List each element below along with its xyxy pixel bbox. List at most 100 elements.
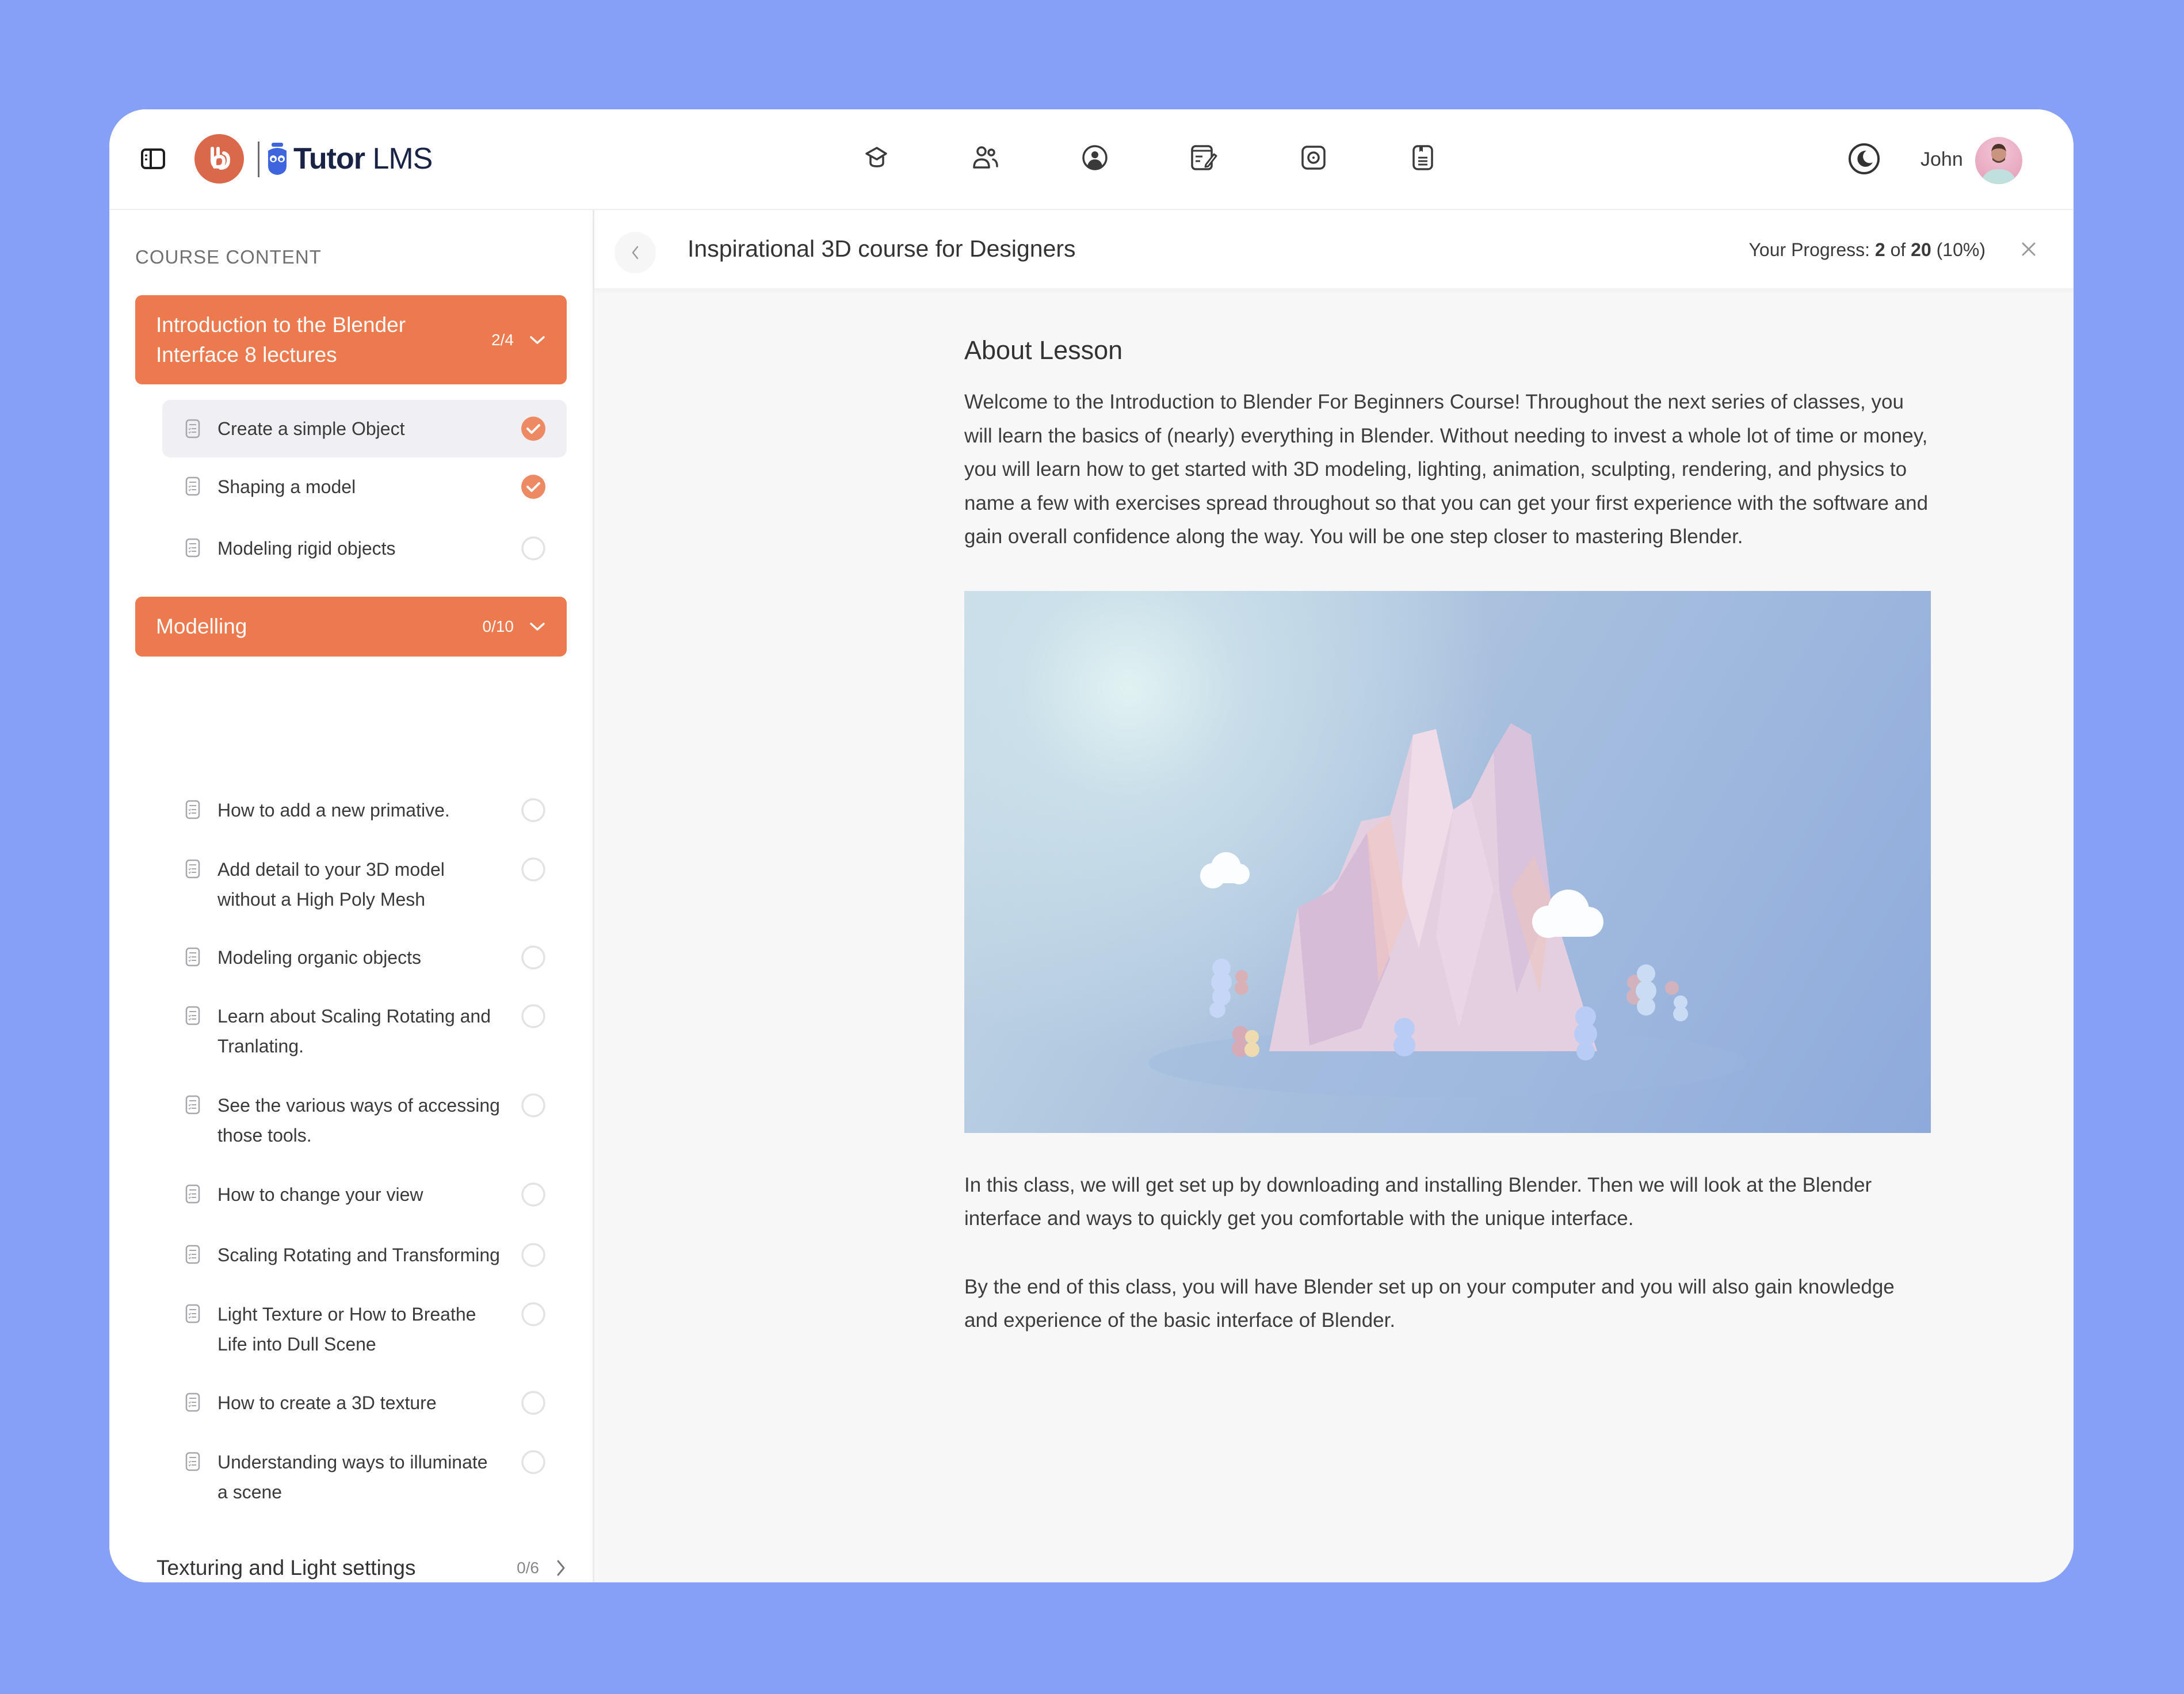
topic-title: Texturing and Light settings xyxy=(156,1556,416,1579)
incomplete-circle-icon[interactable] xyxy=(521,536,546,561)
tutor-lms-logo[interactable]: Tutor LMS xyxy=(266,140,433,177)
incomplete-circle-icon[interactable] xyxy=(521,857,546,882)
lesson-title-line-1: Learn about Scaling Rotating and xyxy=(217,1006,491,1027)
lesson-file-icon xyxy=(185,1095,200,1115)
lesson-item[interactable]: Modeling organic objects xyxy=(162,943,567,989)
lesson-title: How to add a new primative. xyxy=(217,800,450,821)
completed-check-icon[interactable] xyxy=(521,474,546,499)
lesson-header-bar: Inspirational 3D course for Designers Yo… xyxy=(594,210,2074,288)
lesson-title-line-1: Light Texture or How to Breathe xyxy=(217,1304,476,1325)
chevron-down-icon xyxy=(530,623,545,631)
sidebar-toggle-icon[interactable] xyxy=(140,147,166,170)
lesson-item[interactable]: Modeling rigid objects xyxy=(162,533,567,579)
incomplete-circle-icon[interactable] xyxy=(521,945,546,970)
lesson-item[interactable]: Shaping a model xyxy=(162,472,567,518)
lesson-title-line-2: Tranlating. xyxy=(217,1036,304,1056)
users-icon[interactable] xyxy=(969,139,1002,176)
lesson-title: Light Texture or How to Breathe Life into… xyxy=(217,1299,521,1359)
topic-progress-count: 2/4 xyxy=(491,330,514,349)
app-window: Tutor LMS John COURSE CONTENT Introducti… xyxy=(109,109,2074,1582)
incomplete-circle-icon[interactable] xyxy=(521,1449,546,1475)
about-lesson-heading: About Lesson xyxy=(964,335,1123,365)
topic-header-introduction[interactable]: Introduction to the Blender Interface 8 … xyxy=(135,295,567,384)
lesson-title-line-2: a scene xyxy=(217,1482,282,1502)
lesson-item[interactable]: Learn about Scaling Rotating and Tranlati… xyxy=(162,1001,567,1076)
clipboard-icon[interactable] xyxy=(1407,139,1439,176)
topic-header-modelling[interactable]: Modelling 0/10 xyxy=(135,597,567,657)
graduation-cap-icon[interactable] xyxy=(860,139,892,176)
topic-header-texturing[interactable]: Texturing and Light settings 0/6 xyxy=(156,1551,567,1582)
progress-percent: (10%) xyxy=(1936,239,1986,260)
brand-divider xyxy=(258,142,259,177)
topic-progress-count: 0/10 xyxy=(482,617,514,635)
lesson-item[interactable]: Understanding ways to illuminate a scene xyxy=(162,1447,567,1522)
lesson-item[interactable]: Scaling Rotating and Transforming xyxy=(162,1240,567,1286)
lesson-file-icon xyxy=(185,1245,200,1264)
chevron-right-icon xyxy=(557,1560,565,1576)
incomplete-circle-icon[interactable] xyxy=(521,1302,546,1327)
lesson-file-icon xyxy=(185,1452,200,1471)
lesson-title: Add detail to your 3D model without a Hig… xyxy=(217,854,521,914)
lesson-title-line-2: Life into Dull Scene xyxy=(217,1334,376,1355)
lesson-title-line-2: without a High Poly Mesh xyxy=(217,889,426,910)
incomplete-circle-icon[interactable] xyxy=(521,1182,546,1207)
user-name[interactable]: John xyxy=(1920,148,1963,171)
lesson-item[interactable]: Light Texture or How to Breathe Life into… xyxy=(162,1299,567,1374)
lesson-title: See the various ways of accessing those t… xyxy=(217,1090,521,1150)
lesson-title: Modeling organic objects xyxy=(217,947,421,968)
lesson-file-icon xyxy=(185,800,200,819)
dark-mode-toggle-icon[interactable] xyxy=(1847,142,1881,176)
lesson-file-icon xyxy=(185,859,200,879)
lesson-title: Create a simple Object xyxy=(217,418,405,439)
topic-title-line-2: Interface 8 lectures xyxy=(156,342,337,367)
lesson-paragraph: In this class, we will get set up by dow… xyxy=(964,1173,1872,1230)
brand-logo-icon[interactable] xyxy=(194,134,244,184)
lesson-item[interactable]: See the various ways of accessing those t… xyxy=(162,1090,567,1165)
lesson-item[interactable]: How to change your view xyxy=(162,1180,567,1226)
incomplete-circle-icon[interactable] xyxy=(521,1093,546,1118)
lesson-item[interactable]: Create a simple Object xyxy=(162,400,567,457)
lesson-file-icon xyxy=(185,1304,200,1323)
lesson-file-icon xyxy=(185,476,200,496)
lesson-main: Inspirational 3D course for Designers Yo… xyxy=(594,210,2074,1582)
progress-of: of xyxy=(1890,239,1906,260)
camera-icon[interactable] xyxy=(1297,139,1330,176)
incomplete-circle-icon[interactable] xyxy=(521,798,546,823)
brand-name-bold: Tutor xyxy=(293,142,365,175)
notebook-edit-icon[interactable] xyxy=(1188,139,1220,176)
tutor-owl-icon xyxy=(268,143,287,175)
user-circle-icon[interactable] xyxy=(1079,139,1111,176)
topic-title-line-1: Introduction to the Blender xyxy=(156,312,406,337)
lesson-file-icon xyxy=(185,1184,200,1204)
lesson-title-line-1: See the various ways of accessing xyxy=(217,1095,500,1116)
lesson-item[interactable]: How to create a 3D texture xyxy=(162,1388,567,1434)
brand-name-light: LMS xyxy=(372,142,433,175)
lesson-paragraph: By the end of this class, you will have … xyxy=(964,1275,1895,1332)
chevron-down-icon xyxy=(530,335,545,344)
progress-label: Your Progress: xyxy=(1748,239,1870,260)
lesson-file-icon xyxy=(185,1392,200,1412)
back-button[interactable] xyxy=(614,232,656,273)
close-icon[interactable] xyxy=(2018,239,2039,260)
lesson-file-icon xyxy=(185,1006,200,1025)
lesson-title: How to create a 3D texture xyxy=(217,1392,437,1413)
user-avatar[interactable] xyxy=(1975,137,2022,184)
top-nav xyxy=(860,139,1439,176)
incomplete-circle-icon[interactable] xyxy=(521,1004,546,1029)
top-header: Tutor LMS John xyxy=(109,109,2074,210)
incomplete-circle-icon[interactable] xyxy=(521,1390,546,1416)
progress-completed: 2 xyxy=(1874,239,1885,260)
incomplete-circle-icon[interactable] xyxy=(521,1242,546,1268)
topic-title: Modelling xyxy=(156,615,247,638)
completed-check-icon[interactable] xyxy=(521,416,546,441)
lesson-item[interactable]: How to add a new primative. xyxy=(162,795,567,841)
lesson-title-line-2: those tools. xyxy=(217,1125,312,1146)
course-title: Inspirational 3D course for Designers xyxy=(688,235,1076,262)
lesson-title: Shaping a model xyxy=(217,476,356,497)
lesson-item[interactable]: Add detail to your 3D model without a Hig… xyxy=(162,854,567,929)
lesson-title: Understanding ways to illuminate a scene xyxy=(217,1447,521,1507)
topic-title: Introduction to the Blender Interface 8 … xyxy=(156,310,491,370)
lesson-title-line-1: Understanding ways to illuminate xyxy=(217,1452,488,1472)
chevron-left-icon xyxy=(632,246,639,260)
lesson-illustration xyxy=(964,590,1931,1133)
